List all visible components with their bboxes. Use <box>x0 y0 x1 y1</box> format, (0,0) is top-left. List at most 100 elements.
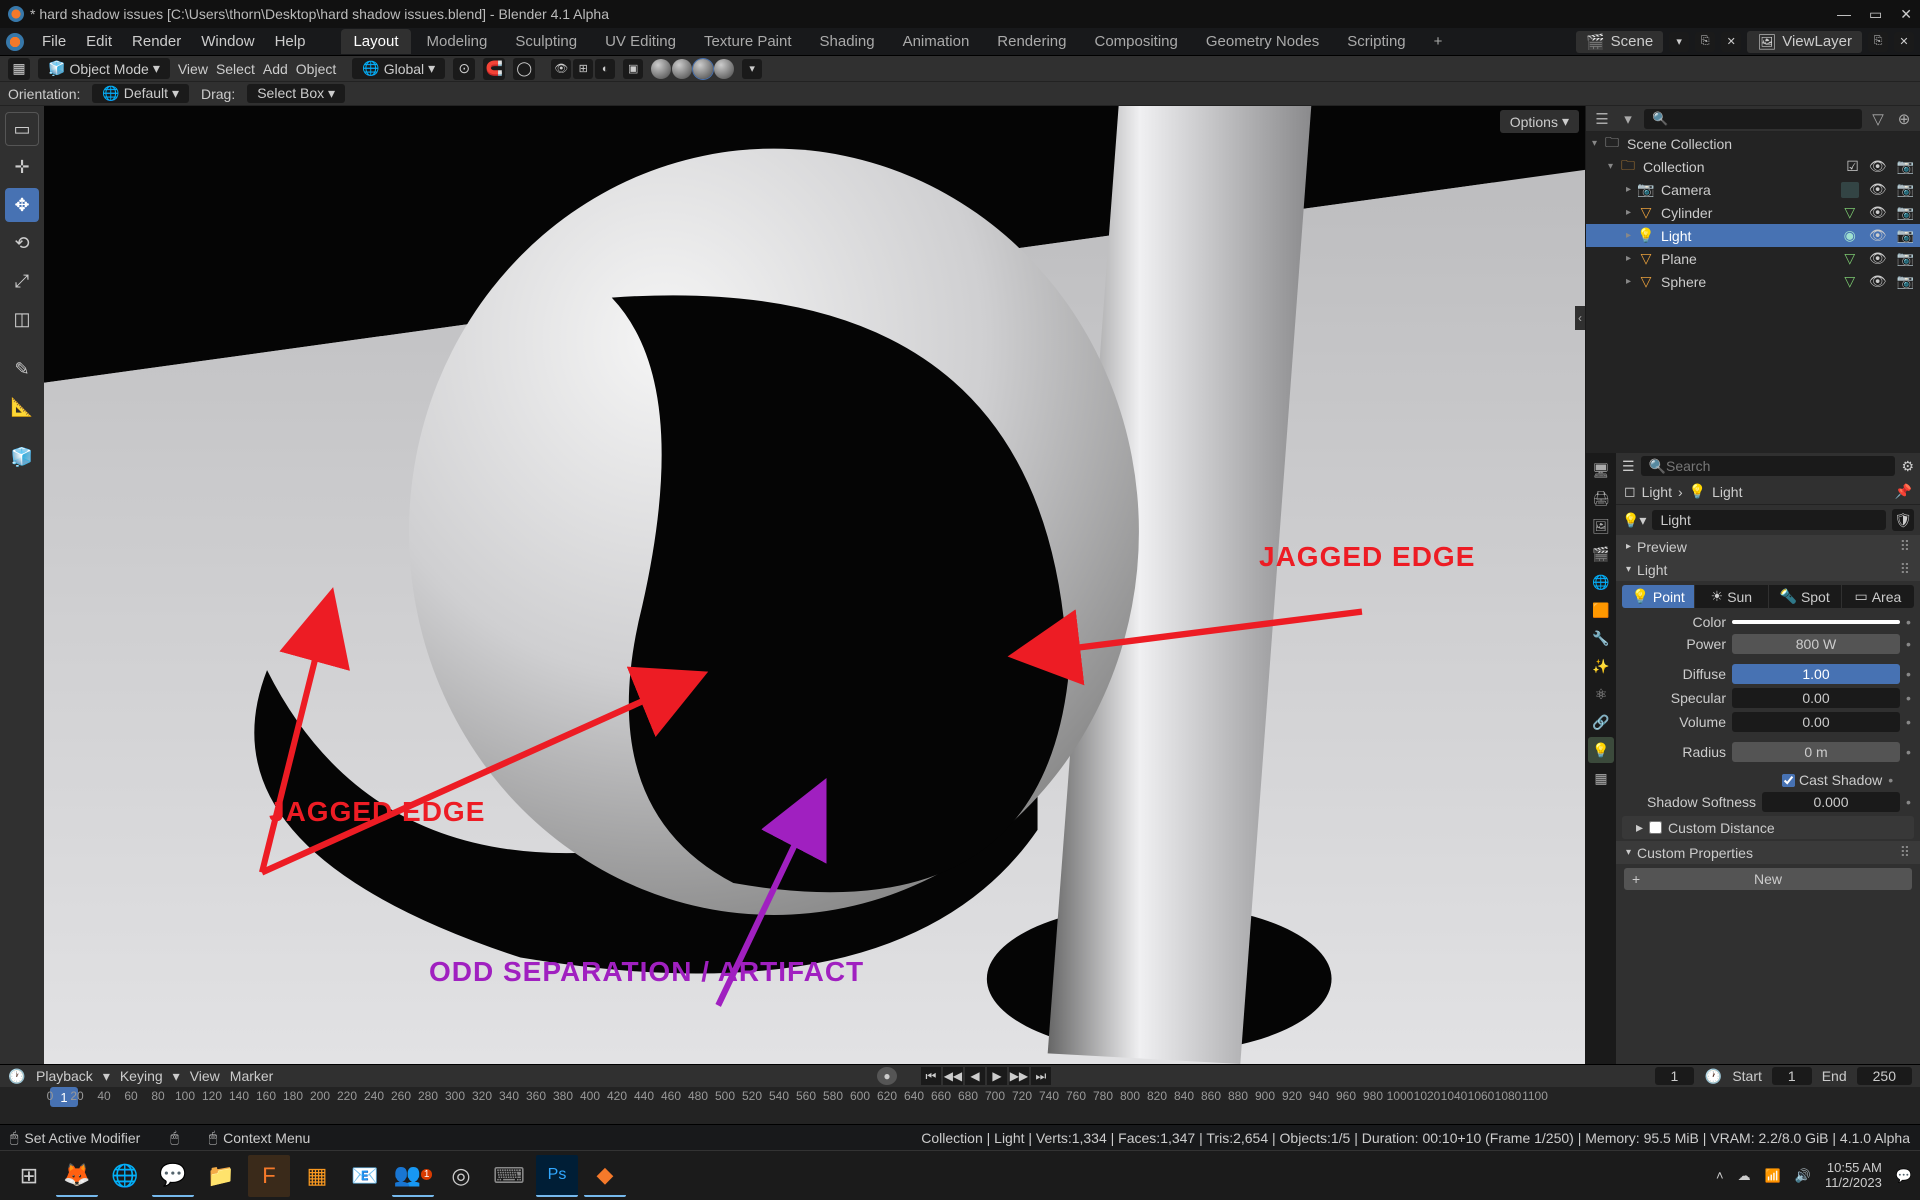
taskbar-chrome[interactable]: 🌐 <box>104 1155 146 1197</box>
tool-scale[interactable]: ⤢ <box>5 264 39 298</box>
fake-user-icon[interactable]: 🛡 <box>1892 509 1914 531</box>
specular-field[interactable]: 0.00 <box>1732 688 1900 708</box>
snap-icon[interactable]: 🧲 <box>483 58 505 80</box>
taskbar-blender[interactable]: ◆ <box>584 1155 626 1197</box>
tool-rotate[interactable]: ⟲ <box>5 226 39 260</box>
proportional-icon[interactable]: ◯ <box>513 58 535 80</box>
tab-texture-paint[interactable]: Texture Paint <box>692 29 804 54</box>
current-frame-field[interactable]: 1 <box>1655 1067 1695 1085</box>
tab-geometry-nodes[interactable]: Geometry Nodes <box>1194 29 1331 54</box>
crumb-data[interactable]: Light <box>1712 484 1742 500</box>
new-custom-prop-button[interactable]: +New <box>1624 868 1912 890</box>
cast-shadow-checkbox[interactable] <box>1782 774 1795 787</box>
tab-scene-props[interactable]: 🎬 <box>1588 541 1614 567</box>
autokey-icon[interactable]: ● <box>877 1067 897 1085</box>
diffuse-field[interactable]: 1.00 <box>1732 664 1900 684</box>
datablock-name-field[interactable]: Light <box>1652 510 1886 530</box>
close-button[interactable]: ✕ <box>1900 6 1912 23</box>
menu-edit[interactable]: Edit <box>78 30 120 53</box>
taskbar-char[interactable]: ⌨ <box>488 1155 530 1197</box>
tray-chevron-icon[interactable]: ˄ <box>1716 1168 1724 1183</box>
tab-texture-props[interactable]: ▦ <box>1588 765 1614 791</box>
outliner-cylinder[interactable]: ▸▽Cylinder▽👁📷 <box>1586 201 1920 224</box>
scene-browse-icon[interactable]: ▾ <box>1669 32 1689 52</box>
softness-field[interactable]: 0.000 <box>1762 792 1900 812</box>
tool-add-cube[interactable]: 🧊 <box>5 440 39 474</box>
tray-cloud-icon[interactable]: ☁ <box>1738 1168 1751 1184</box>
custom-distance-checkbox[interactable] <box>1649 821 1662 834</box>
tool-move[interactable]: ✥ <box>5 188 39 222</box>
timeline-view-menu[interactable]: View <box>190 1068 220 1084</box>
tool-cursor[interactable]: ✛ <box>5 150 39 184</box>
viewlayer-new-icon[interactable]: ⎘ <box>1868 32 1888 52</box>
props-options-icon[interactable]: ⚙ <box>1901 458 1914 475</box>
power-field[interactable]: 800 W <box>1732 634 1900 654</box>
tab-data-props[interactable]: 💡 <box>1588 737 1614 763</box>
sidebar-toggle[interactable]: ‹ <box>1575 306 1585 330</box>
tab-animation[interactable]: Animation <box>891 29 982 54</box>
play-reverse-icon[interactable]: ◀ <box>965 1067 985 1085</box>
tool-annotate[interactable]: ✎ <box>5 352 39 386</box>
xray-icon[interactable]: ▣ <box>623 59 643 79</box>
tab-constraint-props[interactable]: 🔗 <box>1588 709 1614 735</box>
taskbar-teams[interactable]: 👥1 <box>392 1155 434 1197</box>
overlay-toggle-icon[interactable]: ◐ <box>595 59 615 79</box>
start-frame-field[interactable]: 1 <box>1772 1067 1812 1085</box>
custom-distance-header[interactable]: ▸Custom Distance <box>1622 816 1914 839</box>
overlay-gizmo-icon[interactable]: ⊞ <box>573 59 593 79</box>
tab-physics-props[interactable]: ⚛ <box>1588 681 1614 707</box>
light-type-area[interactable]: ▭ Area <box>1842 585 1914 608</box>
light-panel-header[interactable]: ▾Light⠿ <box>1616 558 1920 581</box>
minimize-button[interactable]: — <box>1837 6 1851 23</box>
tab-rendering[interactable]: Rendering <box>985 29 1078 54</box>
timeline-type-icon[interactable]: 🕐 <box>8 1067 26 1085</box>
props-search[interactable]: 🔍 Search <box>1641 456 1896 476</box>
menu-help[interactable]: Help <box>267 30 314 53</box>
tab-object-props[interactable]: 🟧 <box>1588 597 1614 623</box>
outliner-display-icon[interactable]: ▾ <box>1618 109 1638 129</box>
tab-world-props[interactable]: 🌐 <box>1588 569 1614 595</box>
taskbar-explorer[interactable]: 📁 <box>200 1155 242 1197</box>
orientation-dropdown[interactable]: 🌐 Default ▾ <box>92 84 189 103</box>
keyframe-next-icon[interactable]: ▶▶ <box>1009 1067 1029 1085</box>
light-type-sun[interactable]: ☀ Sun <box>1695 585 1768 608</box>
outliner-new-collection-icon[interactable]: ⊕ <box>1894 109 1914 129</box>
shading-material[interactable] <box>693 59 713 79</box>
tray-wifi-icon[interactable]: 📶 <box>1765 1168 1781 1184</box>
tab-add[interactable]: + <box>1422 29 1455 54</box>
crumb-object[interactable]: Light <box>1642 484 1672 500</box>
timeline-marker-menu[interactable]: Marker <box>230 1068 274 1084</box>
tab-render-props[interactable]: 🖥 <box>1588 457 1614 483</box>
tab-sculpting[interactable]: Sculpting <box>503 29 589 54</box>
frame-lock-icon[interactable]: 🕐 <box>1704 1067 1722 1085</box>
tab-viewlayer-props[interactable]: 🖼 <box>1588 513 1614 539</box>
object-menu[interactable]: Object <box>296 61 336 77</box>
pin-icon[interactable]: 📌 <box>1895 483 1912 500</box>
keyframe-prev-icon[interactable]: ◀◀ <box>943 1067 963 1085</box>
color-field[interactable] <box>1732 620 1900 624</box>
view-menu[interactable]: View <box>178 61 208 77</box>
timeline-ruler[interactable]: 1 02040608010012014016018020022024026028… <box>0 1087 1920 1124</box>
scene-new-icon[interactable]: ⎘ <box>1695 32 1715 52</box>
taskbar-firefox[interactable]: 🦊 <box>56 1155 98 1197</box>
jump-end-icon[interactable]: ⏭ <box>1031 1067 1051 1085</box>
tab-output-props[interactable]: 🖨 <box>1588 485 1614 511</box>
play-icon[interactable]: ▶ <box>987 1067 1007 1085</box>
timeline-playback-menu[interactable]: Playback <box>36 1068 93 1084</box>
outliner-sphere[interactable]: ▸▽Sphere▽👁📷 <box>1586 270 1920 293</box>
radius-field[interactable]: 0 m <box>1732 742 1900 762</box>
tab-compositing[interactable]: Compositing <box>1083 29 1190 54</box>
timeline-keying-menu[interactable]: Keying <box>120 1068 163 1084</box>
tool-select-box[interactable]: ▭ <box>5 112 39 146</box>
shading-rendered[interactable] <box>714 59 734 79</box>
outliner-search[interactable]: 🔍 <box>1644 109 1862 129</box>
tab-layout[interactable]: Layout <box>341 29 410 54</box>
tab-modeling[interactable]: Modeling <box>415 29 500 54</box>
outliner-collection[interactable]: ▾🗀Collection☑👁📷 <box>1586 155 1920 178</box>
menu-render[interactable]: Render <box>124 30 189 53</box>
select-menu[interactable]: Select <box>216 61 255 77</box>
shading-options-icon[interactable]: ▾ <box>742 59 762 79</box>
outliner-type-icon[interactable]: ☰ <box>1592 109 1612 129</box>
props-editor-type-icon[interactable]: ☰ <box>1622 458 1635 475</box>
menu-file[interactable]: File <box>34 30 74 53</box>
